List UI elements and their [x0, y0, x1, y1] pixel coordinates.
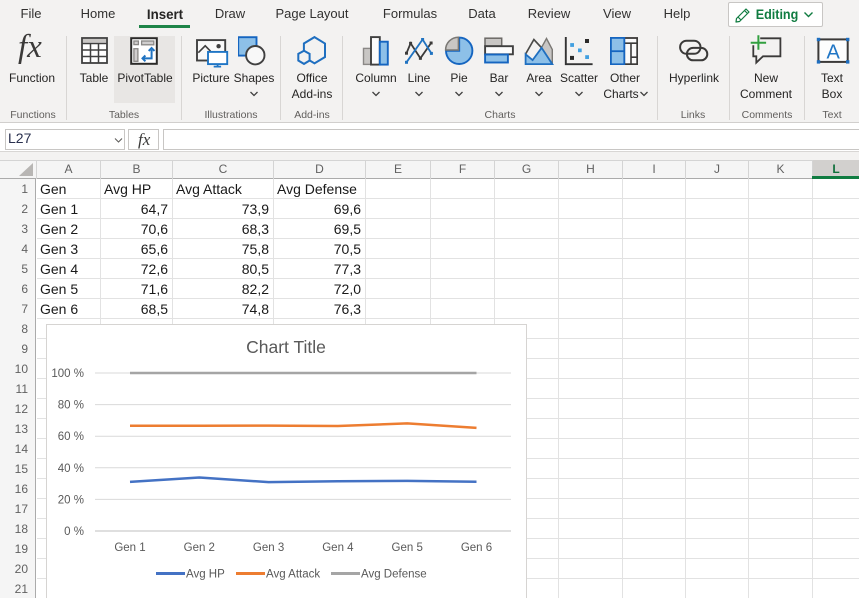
svg-text:Chart Title: Chart Title [246, 337, 326, 357]
svg-text:100 %: 100 % [51, 368, 84, 380]
svg-text:40 %: 40 % [58, 463, 84, 475]
svg-text:60 %: 60 % [58, 431, 84, 443]
svg-text:Avg Attack: Avg Attack [266, 569, 320, 581]
svg-text:Gen 2: Gen 2 [184, 542, 215, 554]
svg-text:Gen 1: Gen 1 [114, 542, 145, 554]
svg-text:Avg HP: Avg HP [186, 569, 225, 581]
svg-text:Avg Defense: Avg Defense [361, 569, 427, 581]
svg-text:Gen 4: Gen 4 [322, 542, 354, 554]
svg-text:Gen 5: Gen 5 [392, 542, 423, 554]
svg-text:Gen 3: Gen 3 [253, 542, 284, 554]
svg-text:A: A [827, 41, 841, 63]
svg-text:20 %: 20 % [58, 494, 84, 506]
svg-text:0 %: 0 % [64, 526, 84, 538]
svg-text:80 %: 80 % [58, 400, 84, 412]
svg-text:Gen 6: Gen 6 [461, 542, 492, 554]
